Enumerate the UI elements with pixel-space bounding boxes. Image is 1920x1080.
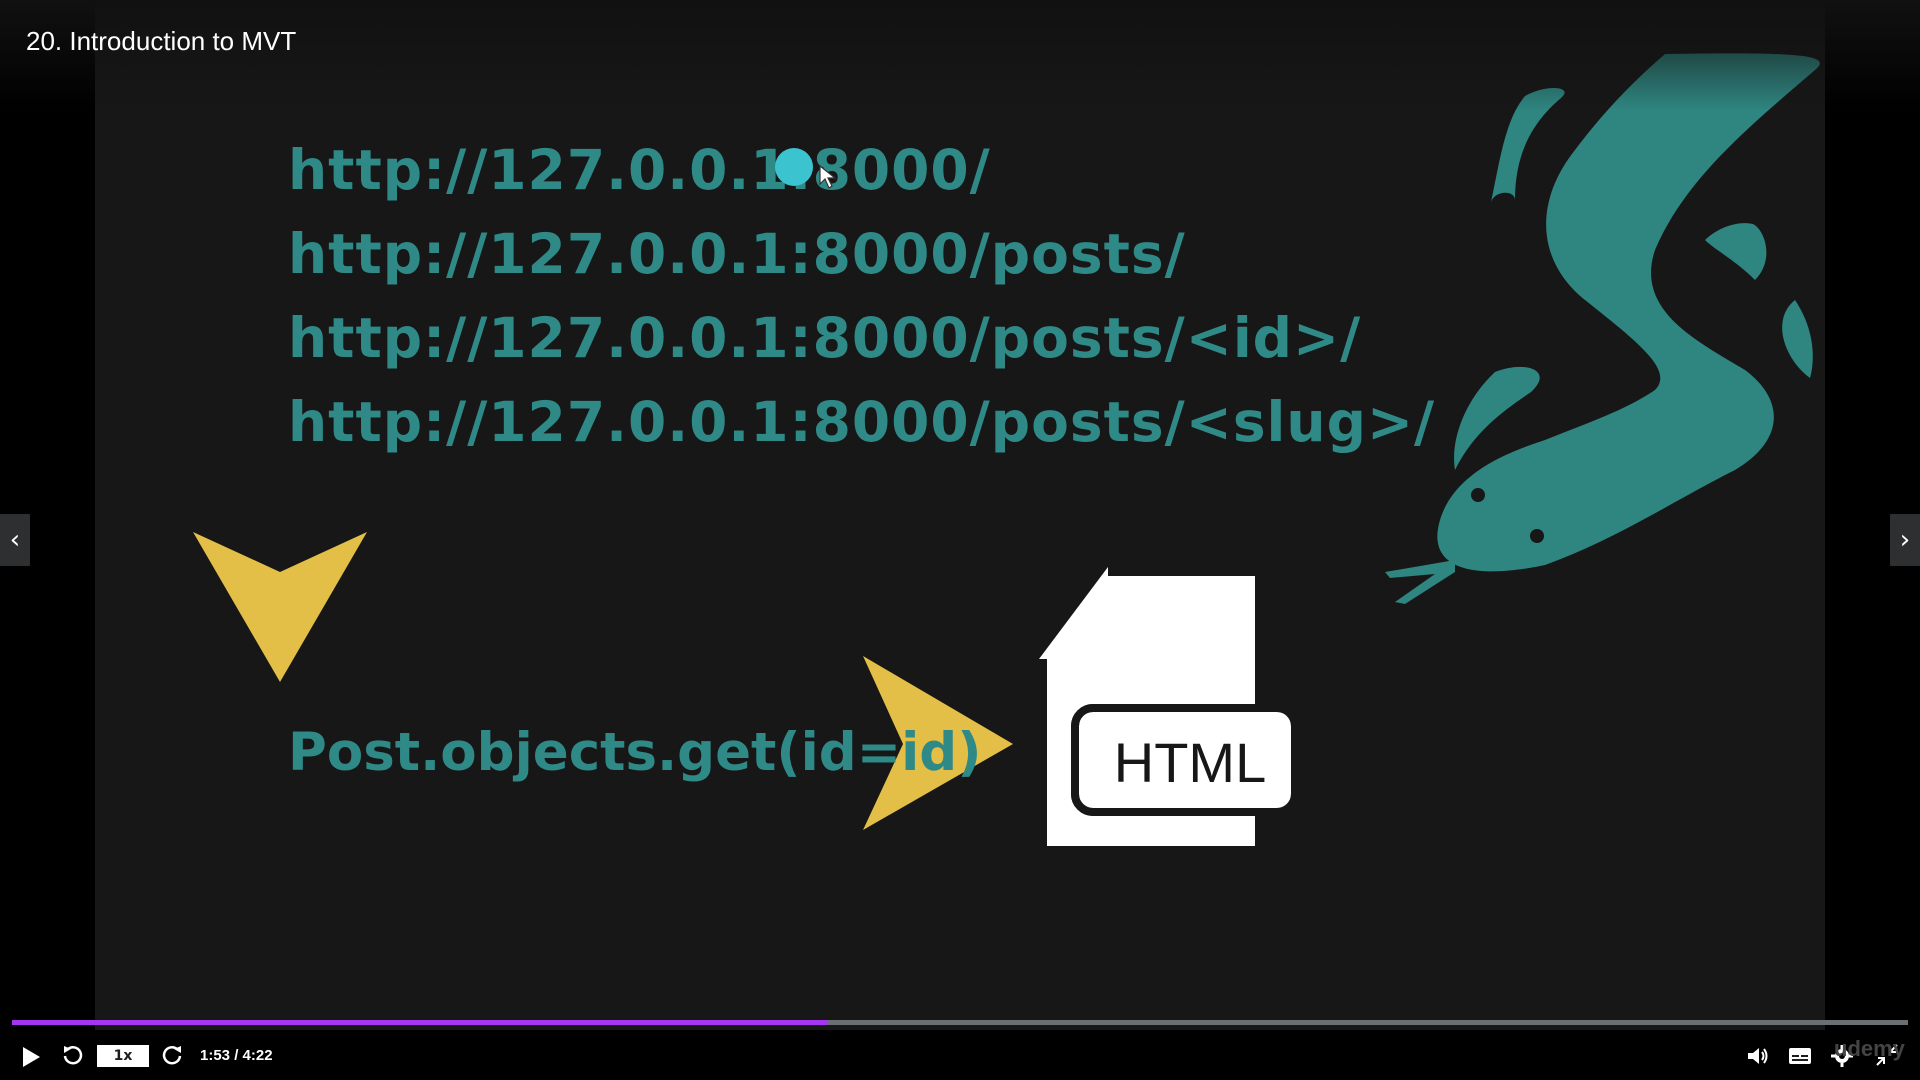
chevron-left-icon: ‹ <box>9 525 21 555</box>
rewind-5-button[interactable] <box>61 1044 85 1068</box>
volume-icon[interactable] <box>1746 1044 1770 1068</box>
url-post-id: http://127.0.0.1:8000/posts/<id>/ <box>288 306 1362 370</box>
play-button[interactable] <box>20 1045 42 1069</box>
mouse-pointer-icon <box>819 164 837 189</box>
previous-lecture-button[interactable]: ‹ <box>0 514 30 566</box>
lecture-slide: http://127.0.0.1:8000/ http://127.0.0.1:… <box>95 0 1825 1030</box>
html-label: HTML <box>1113 731 1267 794</box>
lecture-title: 20. Introduction to MVT <box>26 26 297 56</box>
time-display: 1:53 / 4:22 <box>200 1047 273 1064</box>
title-bar: 20. Introduction to MVT <box>0 0 1920 110</box>
udemy-watermark: udemy <box>1834 1036 1905 1061</box>
chevron-right-icon: › <box>1899 525 1911 555</box>
url-post-slug: http://127.0.0.1:8000/posts/<slug>/ <box>288 390 1436 454</box>
video-player[interactable]: http://127.0.0.1:8000/ http://127.0.0.1:… <box>0 0 1920 1080</box>
code-expression: Post.objects.get(id=id) <box>288 722 982 783</box>
snake-icon <box>1385 53 1820 604</box>
forward-5-button[interactable] <box>160 1044 184 1068</box>
progress-fill <box>12 1020 828 1025</box>
url-posts: http://127.0.0.1:8000/posts/ <box>288 222 1186 286</box>
captions-icon[interactable] <box>1788 1046 1812 1066</box>
cursor-highlight <box>775 148 813 186</box>
next-lecture-button[interactable]: › <box>1890 514 1920 566</box>
progress-bar[interactable] <box>12 1020 1908 1025</box>
url-root: http://127.0.0.1:8000/ <box>288 138 991 202</box>
html-file-icon <box>1039 567 1299 846</box>
player-controls: 1x 1:53 / 4:22 <box>0 1018 1920 1080</box>
playback-speed-button[interactable]: 1x <box>97 1045 149 1067</box>
